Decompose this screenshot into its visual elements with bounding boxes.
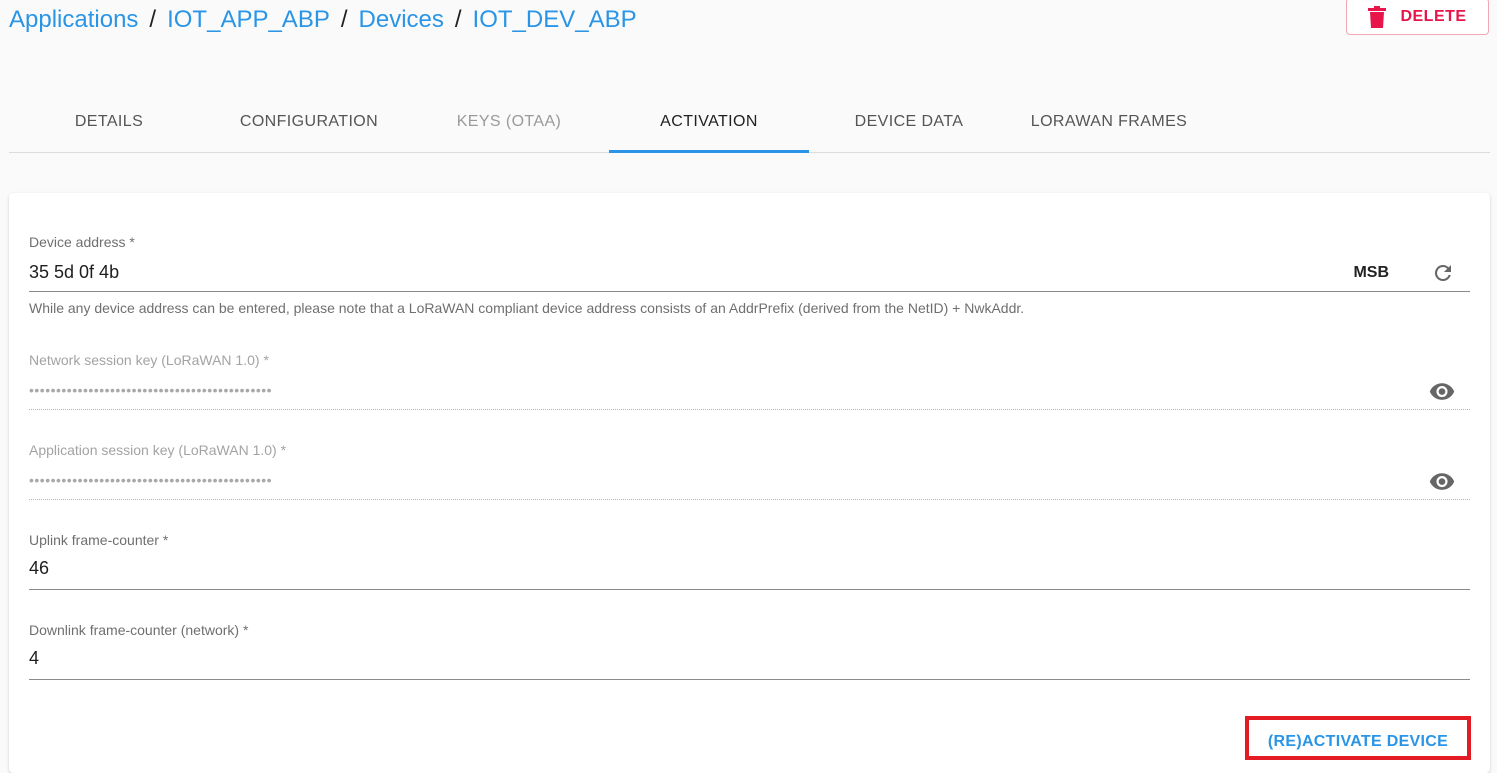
byte-order-toggle[interactable]: MSB (1353, 264, 1389, 282)
breadcrumb: Applications / IOT_APP_ABP / Devices / I… (9, 6, 637, 34)
uplink-frame-counter-label: Uplink frame-counter * (29, 532, 169, 548)
network-session-key-underline (29, 409, 1470, 410)
breadcrumb-separator: / (149, 6, 157, 33)
breadcrumb-devices[interactable]: Devices (359, 6, 444, 34)
tab-device-data[interactable]: DEVICE DATA (809, 95, 1009, 152)
application-session-key-field: Application session key (LoRaWAN 1.0) * … (29, 442, 1470, 502)
downlink-frame-counter-field[interactable]: Downlink frame-counter (network) * 4 (29, 622, 1470, 682)
tab-bar: DETAILS CONFIGURATION KEYS (OTAA) ACTIVA… (9, 95, 1490, 153)
application-session-key-underline (29, 499, 1470, 500)
tab-details[interactable]: DETAILS (9, 95, 209, 152)
delete-label: DELETE (1400, 7, 1467, 25)
downlink-frame-counter-input[interactable]: 4 (29, 648, 39, 669)
network-session-key-label: Network session key (LoRaWAN 1.0) * (29, 352, 269, 368)
device-address-underline (29, 291, 1470, 292)
refresh-icon[interactable] (1430, 260, 1456, 286)
uplink-frame-counter-field[interactable]: Uplink frame-counter * 46 (29, 532, 1470, 592)
tab-configuration[interactable]: CONFIGURATION (209, 95, 409, 152)
trash-icon (1368, 5, 1387, 28)
downlink-frame-counter-underline (29, 679, 1470, 680)
application-session-key-input: ••••••••••••••••••••••••••••••••••••••••… (29, 472, 273, 488)
breadcrumb-application[interactable]: IOT_APP_ABP (167, 6, 330, 34)
tab-keys-otaa: KEYS (OTAA) (456, 113, 562, 130)
eye-icon[interactable] (1428, 468, 1456, 494)
uplink-frame-counter-input[interactable]: 46 (29, 558, 49, 579)
uplink-frame-counter-underline (29, 589, 1470, 590)
eye-icon[interactable] (1428, 378, 1456, 404)
network-session-key-input: ••••••••••••••••••••••••••••••••••••••••… (29, 382, 273, 398)
breadcrumb-separator: / (454, 6, 462, 33)
breadcrumb-device[interactable]: IOT_DEV_ABP (473, 6, 637, 34)
delete-button[interactable]: DELETE (1346, 0, 1489, 35)
tab-lorawan-frames[interactable]: LORAWAN FRAMES (1009, 95, 1209, 152)
reactivate-device-button[interactable]: (RE)ACTIVATE DEVICE (1245, 716, 1471, 760)
tab-activation[interactable]: ACTIVATION (609, 95, 809, 153)
device-address-label: Device address * (29, 234, 135, 250)
device-address-helper-text: While any device address can be entered,… (29, 300, 1025, 316)
activation-form-card: Device address * 35 5d 0f 4b MSB While a… (9, 193, 1490, 773)
device-address-field[interactable]: Device address * 35 5d 0f 4b MSB (29, 234, 1470, 294)
network-session-key-field: Network session key (LoRaWAN 1.0) * ••••… (29, 352, 1470, 412)
application-session-key-label: Application session key (LoRaWAN 1.0) * (29, 442, 287, 458)
device-address-input[interactable]: 35 5d 0f 4b (29, 262, 119, 283)
breadcrumb-applications[interactable]: Applications (9, 6, 138, 34)
downlink-frame-counter-label: Downlink frame-counter (network) * (29, 622, 249, 638)
breadcrumb-separator: / (340, 6, 348, 33)
